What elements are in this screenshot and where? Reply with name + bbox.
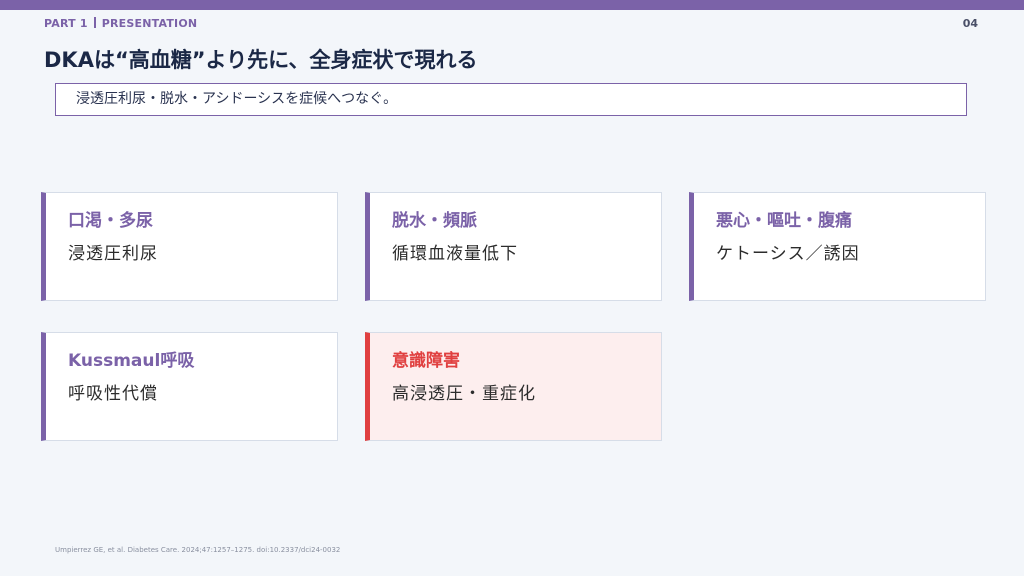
symptom-card-nausea: 悪心・嘔吐・腹痛 ケトーシス／誘因 xyxy=(689,192,986,301)
top-accent-bar xyxy=(0,0,1024,10)
section-label: PART 1 PRESENTATION xyxy=(44,17,197,30)
page-number: 04 xyxy=(962,17,978,30)
section-divider xyxy=(93,17,96,28)
symptom-card-dehydration: 脱水・頻脈 循環血液量低下 xyxy=(365,192,662,301)
card-body: 呼吸性代償 xyxy=(68,384,158,404)
card-body: 高浸透圧・重症化 xyxy=(392,384,536,404)
section-name: PRESENTATION xyxy=(101,17,198,30)
subtitle-text: 浸透圧利尿・脱水・アシドーシスを症候へつなぐ。 xyxy=(76,91,398,107)
slide-title: DKAは“高血糖”より先に、全身症状で現れる xyxy=(44,48,478,72)
card-body: 浸透圧利尿 xyxy=(68,244,158,264)
symptom-card-consciousness: 意識障害 高浸透圧・重症化 xyxy=(365,332,662,441)
citation-footnote: Umpierrez GE, et al. Diabetes Care. 2024… xyxy=(55,546,341,554)
card-body: ケトーシス／誘因 xyxy=(716,244,860,264)
subtitle-box: 浸透圧利尿・脱水・アシドーシスを症候へつなぐ。 xyxy=(55,83,967,116)
card-heading: 悪心・嘔吐・腹痛 xyxy=(716,211,852,231)
part-label: PART 1 xyxy=(44,17,88,30)
symptom-card-kussmaul: Kussmaul呼吸 呼吸性代償 xyxy=(41,332,338,441)
symptom-card-thirst: 口渇・多尿 浸透圧利尿 xyxy=(41,192,338,301)
card-heading: 口渇・多尿 xyxy=(68,211,153,231)
card-heading: 意識障害 xyxy=(392,351,460,371)
card-heading: 脱水・頻脈 xyxy=(392,211,477,231)
card-body: 循環血液量低下 xyxy=(392,244,518,264)
card-heading: Kussmaul呼吸 xyxy=(68,351,195,371)
